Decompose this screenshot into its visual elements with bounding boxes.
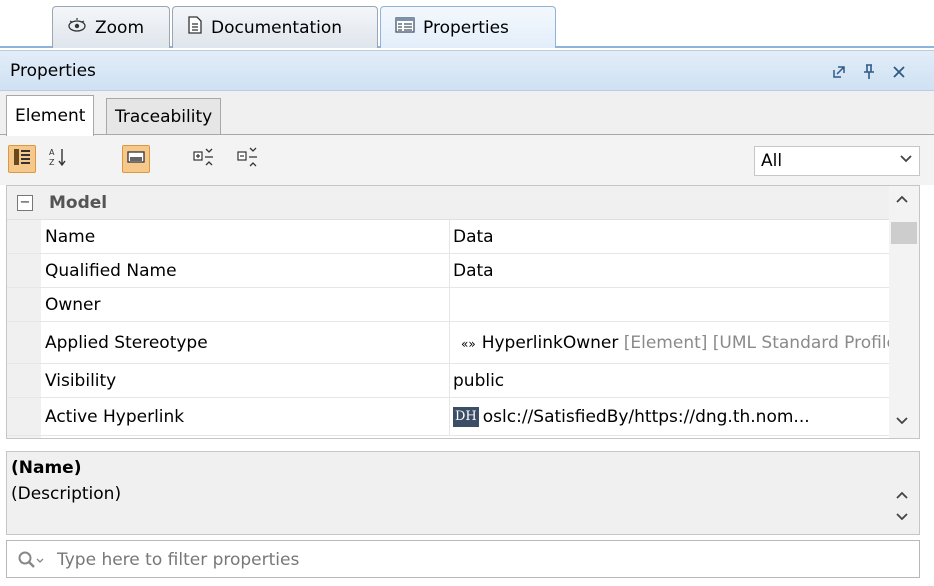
scroll-up-icon[interactable] bbox=[895, 488, 909, 504]
column-divider bbox=[449, 364, 450, 397]
property-value[interactable]: Data bbox=[453, 261, 889, 281]
group-name: Model bbox=[49, 192, 108, 213]
scroll-down-icon[interactable] bbox=[895, 510, 909, 526]
tab-documentation[interactable]: Documentation bbox=[172, 6, 378, 48]
tab-element[interactable]: Element bbox=[6, 95, 95, 136]
property-row-applied-stereotype[interactable]: Applied Stereotype «» HyperlinkOwner [Ele… bbox=[7, 322, 891, 364]
hyperlink-url: oslc://SatisfiedBy/https://dng.th.nom... bbox=[482, 406, 810, 427]
tab-label: Properties bbox=[423, 17, 509, 38]
filter-field[interactable]: Type here to filter properties bbox=[6, 540, 920, 578]
property-subtabs: Element Traceability bbox=[0, 91, 934, 136]
tab-properties[interactable]: Properties bbox=[380, 6, 556, 48]
panel-title: Properties bbox=[10, 60, 96, 81]
collapse-group-icon[interactable]: − bbox=[17, 195, 33, 211]
select-value: All bbox=[761, 151, 783, 171]
undock-icon[interactable] bbox=[830, 63, 848, 81]
property-name: Qualified Name bbox=[45, 260, 177, 281]
collapse-all-button[interactable] bbox=[234, 145, 262, 173]
chevron-down-icon bbox=[899, 152, 913, 168]
description-panel: (Name) (Description) bbox=[6, 451, 920, 535]
property-grid: − Model Name Data Qualified Name Data Ow… bbox=[6, 185, 920, 439]
property-name: Applied Stereotype bbox=[45, 332, 208, 353]
tab-label: Traceability bbox=[115, 107, 213, 127]
stereotype-metaclass: [Element] [UML Standard Profile::MagicDr… bbox=[623, 332, 889, 353]
description-toggle-icon bbox=[127, 149, 145, 169]
property-row-owner[interactable]: Owner bbox=[7, 288, 891, 322]
sort-alphabetical-button[interactable]: AZ bbox=[44, 145, 72, 173]
property-name: Active Hyperlink bbox=[45, 406, 185, 427]
tab-zoom[interactable]: Zoom bbox=[52, 6, 170, 48]
property-value[interactable]: DH oslc://SatisfiedBy/https://dng.th.nom.… bbox=[453, 406, 889, 427]
search-icon[interactable] bbox=[17, 550, 47, 575]
description-title: (Name) bbox=[11, 458, 82, 478]
column-divider bbox=[449, 288, 450, 321]
pin-icon[interactable] bbox=[860, 63, 878, 81]
column-divider bbox=[449, 220, 450, 253]
svg-text:Z: Z bbox=[49, 158, 55, 167]
document-icon bbox=[187, 16, 203, 39]
property-name: Name bbox=[45, 226, 96, 247]
property-row-name[interactable]: Name Data bbox=[7, 220, 891, 254]
expand-all-button[interactable] bbox=[190, 145, 218, 173]
column-divider bbox=[449, 322, 450, 363]
property-name: Owner bbox=[45, 294, 101, 315]
property-row-active-hyperlink[interactable]: Active Hyperlink DH oslc://SatisfiedBy/ht… bbox=[7, 398, 891, 436]
filter-placeholder: Type here to filter properties bbox=[57, 550, 300, 570]
property-row-visibility[interactable]: Visibility public bbox=[7, 364, 891, 398]
svg-text:A: A bbox=[49, 148, 55, 157]
expand-all-icon bbox=[193, 147, 215, 172]
tab-label: Documentation bbox=[211, 17, 343, 38]
property-value[interactable]: public bbox=[453, 371, 889, 391]
property-value[interactable]: Data bbox=[453, 227, 889, 247]
stereotype-icon: «» bbox=[461, 336, 476, 351]
group-row-model[interactable]: − Model bbox=[7, 186, 891, 220]
close-icon[interactable] bbox=[890, 63, 908, 81]
scroll-up-icon[interactable] bbox=[895, 192, 909, 208]
description-text: (Description) bbox=[11, 484, 122, 504]
tab-traceability[interactable]: Traceability bbox=[106, 98, 222, 135]
column-divider bbox=[449, 254, 450, 287]
column-divider bbox=[449, 398, 450, 435]
sort-alphabetical-icon: AZ bbox=[49, 147, 67, 172]
tab-label: Zoom bbox=[95, 17, 145, 38]
collapse-all-icon bbox=[237, 147, 259, 172]
property-filter-select[interactable]: All bbox=[754, 146, 920, 176]
description-toggle-button[interactable] bbox=[122, 145, 150, 173]
panel-titlebar: Properties bbox=[0, 50, 934, 91]
properties-icon bbox=[395, 17, 415, 38]
tab-label: Element bbox=[15, 106, 86, 126]
property-row-qualified-name[interactable]: Qualified Name Data bbox=[7, 254, 891, 288]
hyperlink-type-icon: DH bbox=[453, 406, 479, 427]
scroll-down-icon[interactable] bbox=[895, 414, 909, 430]
property-name: Visibility bbox=[45, 370, 117, 391]
categorized-view-button[interactable] bbox=[8, 145, 36, 173]
categorized-view-icon bbox=[13, 148, 31, 171]
eye-icon bbox=[67, 17, 87, 38]
stereotype-name: HyperlinkOwner bbox=[481, 332, 619, 353]
scrollbar-thumb[interactable] bbox=[891, 222, 917, 244]
vertical-scrollbar[interactable] bbox=[889, 186, 919, 438]
property-value[interactable]: «» HyperlinkOwner [Element] [UML Standard… bbox=[453, 333, 889, 353]
